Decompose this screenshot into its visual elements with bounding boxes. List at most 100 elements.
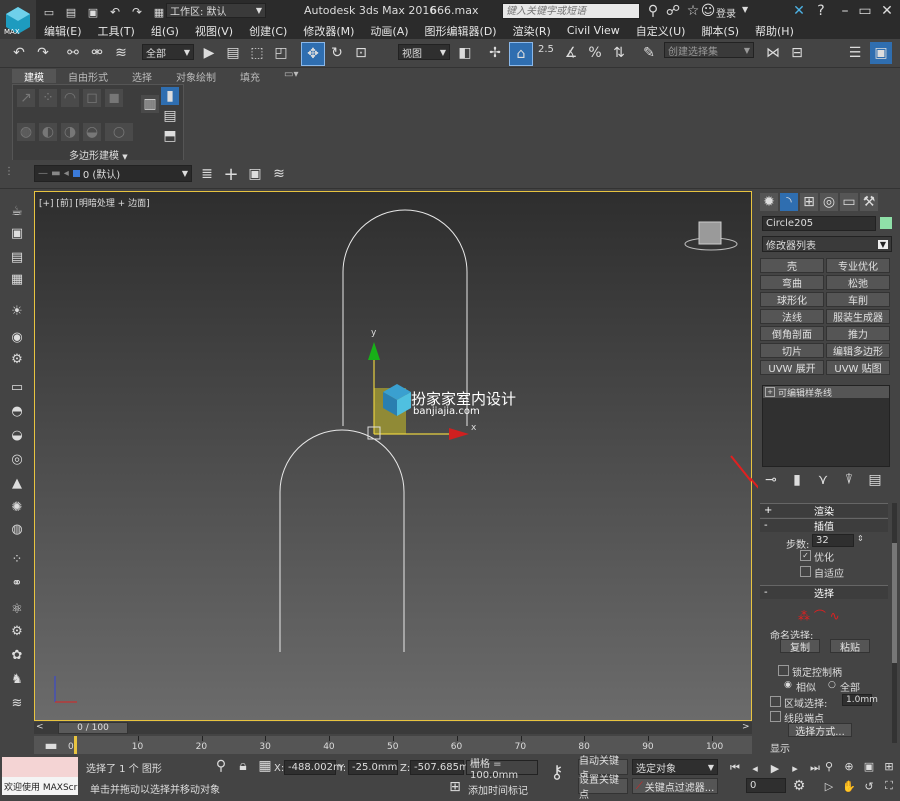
lock-icon[interactable]: 🔒︎ <box>234 757 252 775</box>
ribbon-options-icon[interactable]: ▭▾ <box>272 69 310 83</box>
gear-icon[interactable]: ⚙ <box>8 622 26 640</box>
preserve-uv-icon[interactable]: ⬒ <box>161 127 179 145</box>
viewcube-icon[interactable] <box>684 221 738 251</box>
menu-item[interactable]: 修改器(M) <box>295 23 362 39</box>
display-tab-icon[interactable]: ▭ <box>840 193 858 211</box>
ref-coord-dropdown[interactable]: 视图 ▼ <box>398 44 450 60</box>
slider-prev-icon[interactable]: < <box>36 722 44 732</box>
timeline-current-frame-marker[interactable] <box>74 736 77 754</box>
user-icon[interactable]: ☺ <box>699 2 717 20</box>
communication-icon[interactable]: ☍ <box>664 2 682 20</box>
ring-icon[interactable]: ○ <box>105 123 133 141</box>
sphere-icon[interactable]: ◓ <box>8 402 26 420</box>
copy-button[interactable]: 复制 <box>780 639 820 654</box>
all-radio[interactable]: ○ <box>828 680 836 690</box>
sun-icon[interactable]: ✺ <box>8 498 26 516</box>
key-filters-button[interactable]: ⟋ 关键点过滤器... <box>632 778 718 794</box>
spinner-snap-icon[interactable]: ⇅ <box>610 44 628 62</box>
stack-item[interactable]: + 可编辑样条线 <box>763 386 889 399</box>
chevron-down-icon[interactable]: ▼ <box>742 5 748 14</box>
modifier-button[interactable]: 专业优化 <box>826 258 890 273</box>
redo-icon[interactable]: ↷ <box>128 3 146 21</box>
align-icon[interactable]: ⊟ <box>788 44 806 62</box>
modifier-button[interactable]: 车削 <box>826 292 890 307</box>
rollout-selection[interactable]: - 选择 <box>760 585 888 600</box>
cone-icon[interactable]: ▲ <box>8 474 26 492</box>
menu-item[interactable]: 自定义(U) <box>628 23 694 39</box>
plant-icon[interactable]: ✿ <box>8 646 26 664</box>
play-icon[interactable]: ▶ <box>766 759 784 777</box>
scale-icon[interactable]: ⊡ <box>352 44 370 62</box>
hierarchy-tab-icon[interactable]: ⊞ <box>800 193 818 211</box>
render-setup-icon[interactable]: ▤ <box>8 248 26 266</box>
prev-frame-icon[interactable]: ◂ <box>746 759 764 777</box>
gizmo-y-arrow[interactable] <box>368 342 380 360</box>
zoom-icon[interactable]: ⚲ <box>820 757 838 775</box>
segment-end-checkbox[interactable] <box>770 711 781 722</box>
selected-object-dropdown[interactable]: 选定对象 ▼ <box>632 759 718 775</box>
motion-tab-icon[interactable]: ◎ <box>820 193 838 211</box>
polygon-icon[interactable]: ◼ <box>105 89 123 107</box>
add-to-layer-icon[interactable]: ▣ <box>246 165 264 183</box>
make-unique-icon[interactable]: ⋎ <box>814 471 832 489</box>
fov-icon[interactable]: ▷ <box>820 777 838 795</box>
modifier-button[interactable]: 法线 <box>760 309 824 324</box>
gizmo-x-arrow[interactable] <box>449 428 469 440</box>
redo-icon[interactable]: ↷ <box>34 44 52 62</box>
collapse-icon[interactable]: ▤ <box>161 107 179 125</box>
lock-handles-checkbox[interactable] <box>778 665 789 676</box>
grow-icon[interactable]: ◑ <box>61 123 79 141</box>
object-name-field[interactable]: Circle205 <box>762 216 876 231</box>
tab-populate[interactable]: 填充 <box>228 69 272 84</box>
menu-item[interactable]: Civil View <box>559 24 628 37</box>
edit-named-sel-icon[interactable]: ✎ <box>640 44 658 62</box>
pin-stack-icon[interactable]: ⊸ <box>762 471 780 489</box>
close-icon[interactable]: ✕ <box>878 2 896 20</box>
new-file-icon[interactable]: ▭ <box>40 3 58 21</box>
pan-icon[interactable]: ✋ <box>840 777 858 795</box>
menu-item[interactable]: 创建(C) <box>241 23 295 39</box>
modifier-button[interactable]: 弯曲 <box>760 275 824 290</box>
undo-icon[interactable]: ↶ <box>10 44 28 62</box>
mini-curve-editor-icon[interactable]: ▬ <box>42 737 60 755</box>
box-icon[interactable]: ▭ <box>8 378 26 396</box>
time-config-icon[interactable]: ⚙ <box>790 777 808 795</box>
mirror-icon[interactable]: ⋈ <box>764 44 782 62</box>
tab-modeling[interactable]: 建模 <box>12 69 56 84</box>
exchange-icon[interactable]: ✕ <box>790 2 808 20</box>
optimize-checkbox[interactable]: ✓ <box>800 550 811 561</box>
menu-item[interactable]: 组(G) <box>143 23 187 39</box>
biped-icon[interactable]: ♞ <box>8 670 26 688</box>
modify-tab-icon[interactable]: ◝ <box>780 193 798 211</box>
sub-object-level-icons[interactable]: ⁂ ⌒ ∿ <box>798 607 840 624</box>
modifier-button[interactable]: 松弛 <box>826 275 890 290</box>
modifier-button[interactable]: UVW 展开 <box>760 360 824 375</box>
save-file-icon[interactable]: ▣ <box>84 3 102 21</box>
viewport-front[interactable]: [+] [前] [明暗处理 + 边面] 扮家家室内设计 banjiajia.co… <box>34 191 752 721</box>
select-object-icon[interactable]: ▶ <box>200 44 218 62</box>
zoom-extents-all-icon[interactable]: ⊞ <box>880 757 898 775</box>
tab-object-paint[interactable]: 对象绘制 <box>164 69 228 84</box>
remove-modifier-icon[interactable]: ⍒ <box>840 471 858 489</box>
set-key-button[interactable]: 设置关键点 <box>578 775 628 801</box>
paste-button[interactable]: 粘贴 <box>830 639 870 654</box>
configure-sets-icon[interactable]: ▤ <box>866 471 884 489</box>
add-time-tag-link[interactable]: 添加时间标记 <box>468 782 528 797</box>
tab-selection[interactable]: 选择 <box>120 69 164 84</box>
go-to-start-icon[interactable]: ⏮ <box>726 759 744 777</box>
minimize-icon[interactable]: – <box>836 2 854 20</box>
material-editor-icon[interactable]: ▦ <box>8 270 26 288</box>
window-crossing-icon[interactable]: ◰ <box>272 44 290 62</box>
unlink-icon[interactable]: ⚮ <box>88 44 106 62</box>
rect-selection-icon[interactable]: ⬚ <box>248 44 266 62</box>
manipulate-icon[interactable]: ✢ <box>486 44 504 62</box>
undo-icon[interactable]: ↶ <box>106 3 124 21</box>
object-color-swatch[interactable] <box>880 217 892 229</box>
menu-item[interactable]: 图形编辑器(D) <box>417 23 505 39</box>
rollout-render[interactable]: + 渲染 <box>760 503 888 518</box>
select-by-name-icon[interactable]: ▤ <box>224 44 242 62</box>
menu-item[interactable]: 视图(V) <box>187 23 241 39</box>
cylinder-icon[interactable]: ◒ <box>8 426 26 444</box>
binoculars-icon[interactable]: ⚲ <box>644 2 662 20</box>
current-frame-field[interactable]: 0 <box>746 778 786 793</box>
